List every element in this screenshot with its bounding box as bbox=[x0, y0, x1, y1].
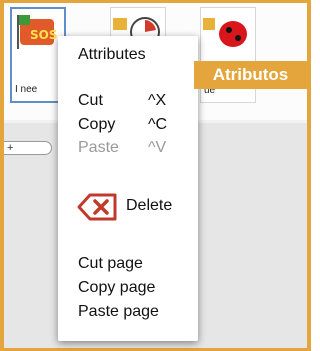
menu-item-copy[interactable]: Copy bbox=[78, 116, 115, 134]
caption-badge: Atributos bbox=[194, 61, 307, 89]
shortcut-paste: ^V bbox=[148, 139, 167, 156]
ladybug-icon bbox=[203, 18, 247, 47]
menu-item-cut-page[interactable]: Cut page bbox=[78, 255, 143, 273]
pane-field[interactable]: + bbox=[4, 141, 52, 155]
shortcut-cut: ^X bbox=[148, 92, 167, 109]
delete-icon bbox=[77, 193, 117, 221]
menu-item-paste-page[interactable]: Paste page bbox=[78, 303, 159, 321]
shortcut-copy: ^C bbox=[148, 116, 168, 133]
menu-item-attributes[interactable]: Attributes bbox=[78, 46, 146, 64]
menu-item-cut[interactable]: Cut bbox=[78, 92, 103, 110]
menu-item-copy-page[interactable]: Copy page bbox=[78, 279, 155, 297]
context-menu: Attributes Cut ^X Copy ^C Paste ^V Delet… bbox=[58, 36, 198, 341]
tile-label: I nee bbox=[15, 84, 38, 95]
svg-text:SOS: SOS bbox=[30, 28, 58, 42]
menu-item-paste[interactable]: Paste bbox=[78, 139, 119, 157]
menu-item-delete[interactable]: Delete bbox=[126, 197, 172, 215]
